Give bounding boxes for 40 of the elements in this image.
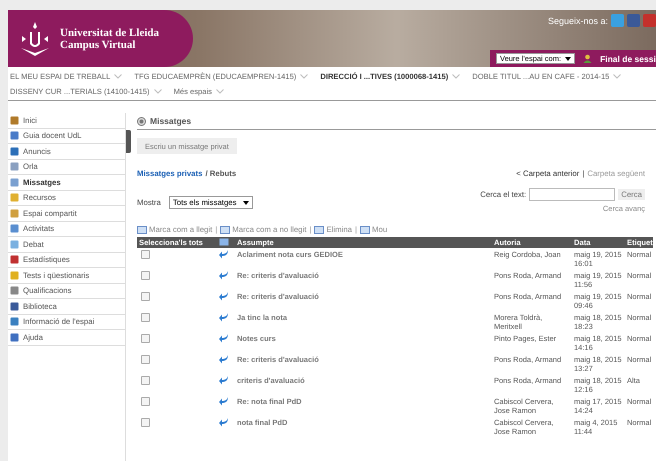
reply-arrow-icon [219, 334, 229, 343]
row-checkbox[interactable] [141, 376, 150, 385]
caret-icon [114, 74, 122, 79]
reply-arrow-icon [219, 250, 229, 259]
dropdown-arrow-icon [242, 200, 249, 204]
brand-subtitle: Campus Virtual [60, 38, 136, 50]
radio-icon [137, 116, 146, 126]
user-icon[interactable] [583, 54, 592, 63]
logout-link[interactable]: Final de sessi [600, 54, 656, 64]
follow-label: Segueix-nos a: [548, 16, 608, 26]
dropdown-arrow-icon [565, 56, 572, 60]
row-checkbox[interactable] [141, 250, 150, 259]
row-checkbox[interactable] [141, 397, 150, 406]
envelope-icon [219, 238, 229, 246]
reply-arrow-icon [219, 313, 229, 322]
row-checkbox[interactable] [141, 355, 150, 364]
collapse-handle[interactable] [126, 130, 131, 153]
reply-arrow-icon [219, 355, 229, 364]
row-checkbox[interactable] [141, 313, 150, 322]
envelope-icon [314, 226, 324, 234]
row-checkbox[interactable] [141, 292, 150, 301]
envelope-icon [360, 226, 370, 234]
row-checkbox[interactable] [141, 418, 150, 427]
row-checkbox[interactable] [141, 334, 150, 343]
row-checkbox[interactable] [141, 271, 150, 280]
caret-icon [300, 74, 308, 79]
search-field[interactable] [529, 188, 616, 201]
brand-name: Universitat de Lleida [60, 26, 159, 38]
envelope-icon [220, 226, 230, 234]
reply-arrow-icon [219, 271, 229, 280]
caret-icon [613, 74, 622, 79]
caret-icon [216, 89, 224, 94]
reply-arrow-icon [219, 292, 229, 301]
caret-icon [154, 89, 162, 94]
reply-arrow-icon [219, 376, 229, 385]
reply-arrow-icon [219, 418, 229, 427]
envelope-icon [137, 226, 147, 234]
caret-icon [452, 74, 460, 79]
reply-arrow-icon [219, 397, 229, 406]
page-title: Missatges [150, 116, 192, 126]
